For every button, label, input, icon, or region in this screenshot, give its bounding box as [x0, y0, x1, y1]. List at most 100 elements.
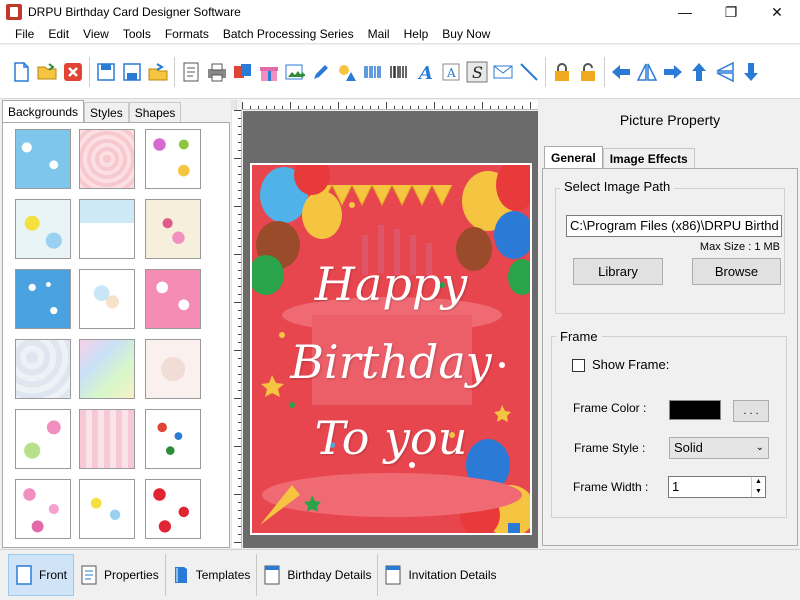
text-box-icon[interactable]: A — [438, 59, 464, 85]
show-frame-checkbox[interactable] — [572, 359, 585, 372]
maximize-button[interactable]: ❐ — [708, 0, 754, 24]
export-icon[interactable] — [145, 59, 171, 85]
background-thumbnail[interactable] — [79, 339, 135, 399]
frame-color-swatch[interactable] — [669, 400, 721, 420]
text-icon[interactable]: A — [412, 59, 438, 85]
vertical-ruler — [232, 110, 242, 548]
tab-properties[interactable]: Properties — [74, 554, 166, 596]
tab-invitation-details[interactable]: Invitation Details — [378, 554, 502, 596]
insert-image-icon[interactable] — [282, 59, 308, 85]
signature-icon[interactable]: S — [464, 59, 490, 85]
tab-styles[interactable]: Styles — [84, 102, 129, 122]
frame-width-stepper[interactable]: 1 ▲ ▼ — [668, 476, 766, 498]
browse-button[interactable]: Browse — [692, 258, 781, 285]
menu-tools[interactable]: Tools — [116, 24, 158, 44]
background-thumbnail[interactable] — [145, 199, 201, 259]
ruler-tick — [238, 502, 241, 503]
birthday-card-preview[interactable]: Happy Birthday To you — [250, 163, 532, 535]
minimize-button[interactable]: — — [662, 0, 708, 24]
print-icon[interactable] — [204, 59, 230, 85]
background-thumbnail[interactable] — [79, 269, 135, 329]
menu-file[interactable]: File — [8, 24, 41, 44]
properties-icon[interactable] — [178, 59, 204, 85]
ruler-tick — [314, 106, 315, 109]
new-file-icon[interactable] — [8, 59, 34, 85]
card-greeting-line2[interactable]: Birthday — [252, 335, 530, 389]
tab-front-label: Front — [39, 568, 68, 582]
close-file-icon[interactable] — [60, 59, 86, 85]
tab-image-effects[interactable]: Image Effects — [602, 148, 695, 168]
ruler-tick — [238, 374, 241, 375]
stepper-up-icon[interactable]: ▲ — [752, 477, 765, 487]
background-thumbnail[interactable] — [145, 409, 201, 469]
background-thumbnail[interactable] — [15, 269, 71, 329]
tab-front[interactable]: Front — [8, 554, 75, 596]
left-tabs: Backgrounds Styles Shapes — [0, 100, 236, 122]
ruler-tick — [238, 534, 241, 535]
image-path-input[interactable]: C:\Program Files (x86)\DRPU Birthd — [566, 215, 782, 237]
menu-mail[interactable]: Mail — [361, 24, 397, 44]
shapes-icon[interactable] — [334, 59, 360, 85]
barcode-icon[interactable] — [360, 59, 386, 85]
background-thumbnail[interactable] — [79, 199, 135, 259]
menu-view[interactable]: View — [76, 24, 116, 44]
background-thumbnail[interactable] — [15, 199, 71, 259]
svg-text:A: A — [417, 63, 433, 83]
stepper-down-icon[interactable]: ▼ — [752, 487, 765, 497]
background-thumbnail[interactable] — [15, 409, 71, 469]
background-thumbnail[interactable] — [15, 339, 71, 399]
pen-icon[interactable] — [308, 59, 334, 85]
close-button[interactable]: ✕ — [754, 0, 800, 24]
arrow-left-icon[interactable] — [608, 59, 634, 85]
unlock-icon[interactable] — [575, 59, 601, 85]
background-thumbnail[interactable] — [15, 479, 71, 539]
frame-color-picker-button[interactable]: . . . — [733, 400, 769, 422]
tab-birthday-details[interactable]: Birthday Details — [257, 554, 379, 596]
ruler-tick — [290, 102, 291, 109]
frame-style-select[interactable]: Solid ⌄ — [669, 437, 769, 459]
background-thumbnail[interactable] — [79, 409, 135, 469]
barcode-alt-icon[interactable] — [386, 59, 412, 85]
ruler-tick — [234, 350, 241, 351]
tab-birthday-details-label: Birthday Details — [287, 568, 372, 582]
line-icon[interactable] — [516, 59, 542, 85]
arrow-up-icon[interactable] — [686, 59, 712, 85]
save-as-icon[interactable] — [119, 59, 145, 85]
background-thumbnail[interactable] — [79, 479, 135, 539]
birthday-details-icon — [264, 565, 280, 585]
ruler-tick — [234, 542, 241, 543]
menu-formats[interactable]: Formats — [158, 24, 216, 44]
flip-vertical-icon[interactable] — [712, 59, 738, 85]
background-thumbnail[interactable] — [145, 479, 201, 539]
ruler-tick — [530, 102, 531, 109]
card-greeting-line3[interactable]: To you — [252, 411, 530, 465]
arrow-right-icon[interactable] — [660, 59, 686, 85]
background-thumbnail[interactable] — [145, 269, 201, 329]
copy-icon[interactable] — [230, 59, 256, 85]
frame-style-label: Frame Style : — [574, 441, 646, 455]
background-thumbnail[interactable] — [15, 129, 71, 189]
flip-horizontal-icon[interactable] — [634, 59, 660, 85]
background-thumbnail[interactable] — [145, 129, 201, 189]
ruler-tick — [346, 106, 347, 109]
open-folder-icon[interactable] — [34, 59, 60, 85]
arrow-down-icon[interactable] — [738, 59, 764, 85]
menu-batch-processing[interactable]: Batch Processing Series — [216, 24, 361, 44]
background-thumbnail[interactable] — [145, 339, 201, 399]
show-frame-label[interactable]: Show Frame: — [592, 357, 669, 372]
gift-icon[interactable] — [256, 59, 282, 85]
background-thumbnail[interactable] — [79, 129, 135, 189]
menu-help[interactable]: Help — [397, 24, 436, 44]
tab-shapes[interactable]: Shapes — [128, 102, 182, 122]
mail-icon[interactable] — [490, 59, 516, 85]
ruler-tick — [238, 238, 241, 239]
card-greeting-line1[interactable]: Happy — [252, 257, 530, 311]
save-icon[interactable] — [93, 59, 119, 85]
menu-buy-now[interactable]: Buy Now — [435, 24, 497, 44]
tab-backgrounds[interactable]: Backgrounds — [2, 100, 85, 122]
menu-edit[interactable]: Edit — [41, 24, 76, 44]
tab-templates[interactable]: Templates — [166, 554, 258, 596]
library-button[interactable]: Library — [573, 258, 663, 285]
lock-icon[interactable] — [549, 59, 575, 85]
tab-general[interactable]: General — [544, 146, 603, 168]
